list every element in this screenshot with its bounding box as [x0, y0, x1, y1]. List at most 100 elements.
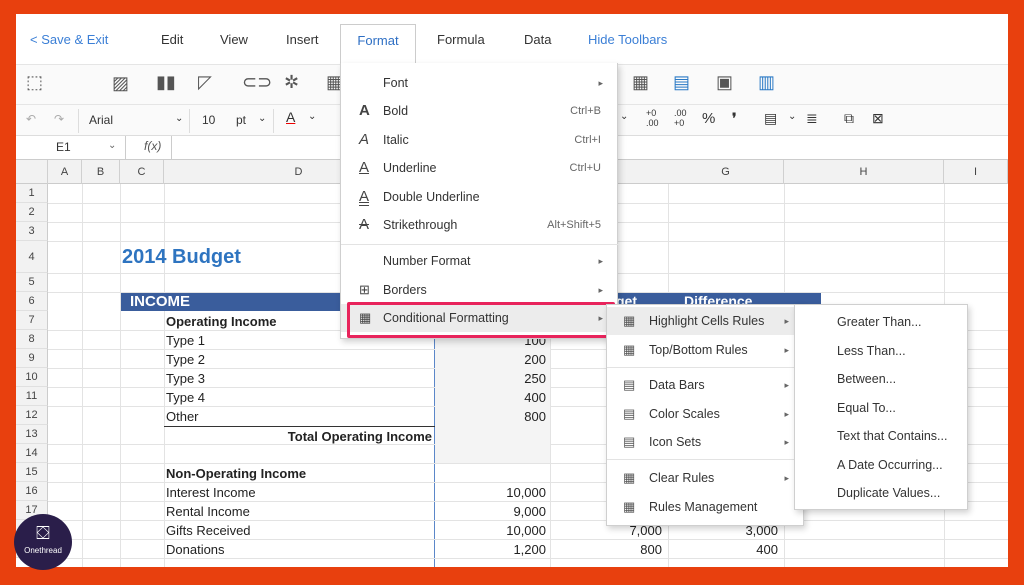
- menu-item-color-scales[interactable]: ▤ Color Scales ▸: [607, 400, 805, 428]
- symbol-icon[interactable]: ✲: [284, 73, 299, 91]
- menu-item-double-underline[interactable]: A Double Underline: [341, 183, 619, 211]
- menu-format[interactable]: Format: [340, 24, 416, 64]
- menu-item-text-contains[interactable]: Text that Contains...: [795, 422, 969, 450]
- shape-icon[interactable]: ◸: [198, 73, 212, 91]
- save-exit-link[interactable]: < Save & Exit: [30, 32, 108, 47]
- row-header[interactable]: 14: [16, 444, 48, 463]
- menu-item-icon-sets[interactable]: ▤ Icon Sets ▸: [607, 428, 805, 456]
- font-size-select[interactable]: 10 pt ⌄: [194, 109, 274, 133]
- row-header[interactable]: 4: [16, 241, 48, 273]
- column-header-h[interactable]: H: [784, 160, 944, 184]
- menu-item-label: Highlight Cells Rules: [649, 314, 765, 328]
- menu-item-less-than[interactable]: Less Than...: [795, 337, 969, 365]
- hide-toolbars-link[interactable]: Hide Toolbars: [588, 32, 667, 47]
- sheet-title: 2014 Budget: [122, 246, 241, 268]
- column-header-c[interactable]: C: [120, 160, 164, 184]
- color-scales-icon: ▤: [623, 406, 636, 421]
- chevron-right-icon: ▸: [784, 437, 789, 447]
- menu-item-date-occurring[interactable]: A Date Occurring...: [795, 451, 969, 479]
- chevron-down-icon[interactable]: ⌄: [788, 111, 796, 122]
- menu-item-bold[interactable]: A Bold Ctrl+B: [341, 97, 619, 125]
- grid-icon[interactable]: ▦: [632, 73, 649, 91]
- chart-icon[interactable]: ▮▮: [156, 73, 176, 91]
- row-header[interactable]: 13: [16, 425, 48, 444]
- column-header-a[interactable]: A: [48, 160, 82, 184]
- menu-data[interactable]: Data: [524, 32, 551, 47]
- menu-item-label: Color Scales: [649, 407, 720, 421]
- chevron-down-icon[interactable]: ⌄: [620, 111, 628, 122]
- row-header[interactable]: 12: [16, 406, 48, 425]
- font-color-icon[interactable]: A: [286, 109, 295, 125]
- comma-icon[interactable]: ❜: [732, 110, 737, 127]
- donations-value: 1,200: [513, 542, 546, 557]
- percent-icon[interactable]: %: [702, 110, 715, 127]
- cell-reference-box[interactable]: E1 ⌄: [16, 136, 126, 160]
- row-header[interactable]: 8: [16, 330, 48, 349]
- rental-label: Rental Income: [166, 504, 250, 519]
- undo-icon[interactable]: ↶: [26, 112, 36, 126]
- menu-item-label: Rules Management: [649, 500, 758, 514]
- borders-icon: ⊞: [359, 282, 370, 297]
- font-size-value: 10: [202, 113, 216, 127]
- edit-view-icon[interactable]: ▤: [673, 73, 690, 91]
- menu-item-equal-to[interactable]: Equal To...: [795, 394, 969, 422]
- menu-item-italic[interactable]: A Italic Ctrl+I: [341, 126, 619, 154]
- row-header[interactable]: 15: [16, 463, 48, 482]
- decrease-decimal-icon[interactable]: .00 +0: [674, 108, 694, 128]
- row-header[interactable]: 16: [16, 482, 48, 501]
- wrap-icon[interactable]: ≣: [806, 110, 818, 127]
- menu-item-greater-than[interactable]: Greater Than...: [795, 308, 969, 336]
- menu-item-top-bottom-rules[interactable]: ▦ Top/Bottom Rules ▸: [607, 336, 805, 364]
- redo-icon[interactable]: ↷: [54, 112, 64, 126]
- chevron-right-icon: ▸: [784, 345, 789, 355]
- menu-item-between[interactable]: Between...: [795, 365, 969, 393]
- menu-edit[interactable]: Edit: [161, 32, 183, 47]
- align-icon[interactable]: ▤: [764, 110, 777, 127]
- total-operating-label: Total Operating Income: [287, 429, 432, 444]
- menu-insert[interactable]: Insert: [286, 32, 319, 47]
- select-frame-icon[interactable]: ⬚: [26, 73, 43, 91]
- menu-item-label: Greater Than...: [837, 315, 922, 329]
- freeze-panes-icon[interactable]: ▥: [758, 73, 775, 91]
- menu-item-clear-rules[interactable]: ▦ Clear Rules ▸: [607, 464, 805, 492]
- column-header-g[interactable]: G: [668, 160, 784, 184]
- menu-item-rules-management[interactable]: ▦ Rules Management: [607, 493, 805, 521]
- row-header[interactable]: 9: [16, 349, 48, 368]
- menu-item-duplicate-values[interactable]: Duplicate Values...: [795, 479, 969, 507]
- menu-item-underline[interactable]: A Underline Ctrl+U: [341, 154, 619, 182]
- menu-item-label: Top/Bottom Rules: [649, 343, 748, 357]
- row-header[interactable]: 2: [16, 203, 48, 222]
- column-header-i[interactable]: I: [944, 160, 1008, 184]
- menu-separator: [341, 244, 619, 245]
- font-name-select[interactable]: Arial ⌄: [78, 109, 190, 133]
- row-header[interactable]: 11: [16, 387, 48, 406]
- italic-icon: A: [359, 131, 370, 148]
- type3-value: 250: [524, 371, 546, 386]
- rules-management-icon: ▦: [623, 499, 636, 514]
- menu-item-label: Between...: [837, 372, 897, 386]
- row-header[interactable]: 10: [16, 368, 48, 387]
- row-header[interactable]: 6: [16, 292, 48, 311]
- menu-item-data-bars[interactable]: ▤ Data Bars ▸: [607, 371, 805, 399]
- increase-decimal-icon[interactable]: +0 .00: [646, 108, 666, 128]
- clear-format-icon[interactable]: ⊠: [872, 110, 884, 127]
- row-header[interactable]: 1: [16, 184, 48, 203]
- image-icon[interactable]: ▨: [112, 74, 129, 92]
- preview-icon[interactable]: ▣: [716, 73, 733, 91]
- copy-format-icon[interactable]: ⧉: [844, 110, 854, 127]
- row-header[interactable]: 5: [16, 273, 48, 292]
- corner-cell[interactable]: [16, 160, 48, 184]
- menu-item-font[interactable]: Font ▸: [341, 69, 619, 97]
- column-header-b[interactable]: B: [82, 160, 120, 184]
- row-header[interactable]: 3: [16, 222, 48, 241]
- menu-item-strikethrough[interactable]: A Strikethrough Alt+Shift+5: [341, 211, 619, 239]
- function-icon[interactable]: f(x): [144, 139, 161, 153]
- menu-item-highlight-cells-rules[interactable]: ▦ Highlight Cells Rules ▸: [607, 307, 805, 335]
- menu-item-borders[interactable]: ⊞ Borders ▸: [341, 276, 619, 304]
- chevron-down-icon[interactable]: ⌄: [308, 111, 316, 122]
- row-header[interactable]: 7: [16, 311, 48, 330]
- menu-view[interactable]: View: [220, 32, 248, 47]
- menu-item-number-format[interactable]: Number Format ▸: [341, 247, 619, 275]
- menu-formula[interactable]: Formula: [437, 32, 485, 47]
- link-icon[interactable]: ⊂⊃: [242, 73, 272, 91]
